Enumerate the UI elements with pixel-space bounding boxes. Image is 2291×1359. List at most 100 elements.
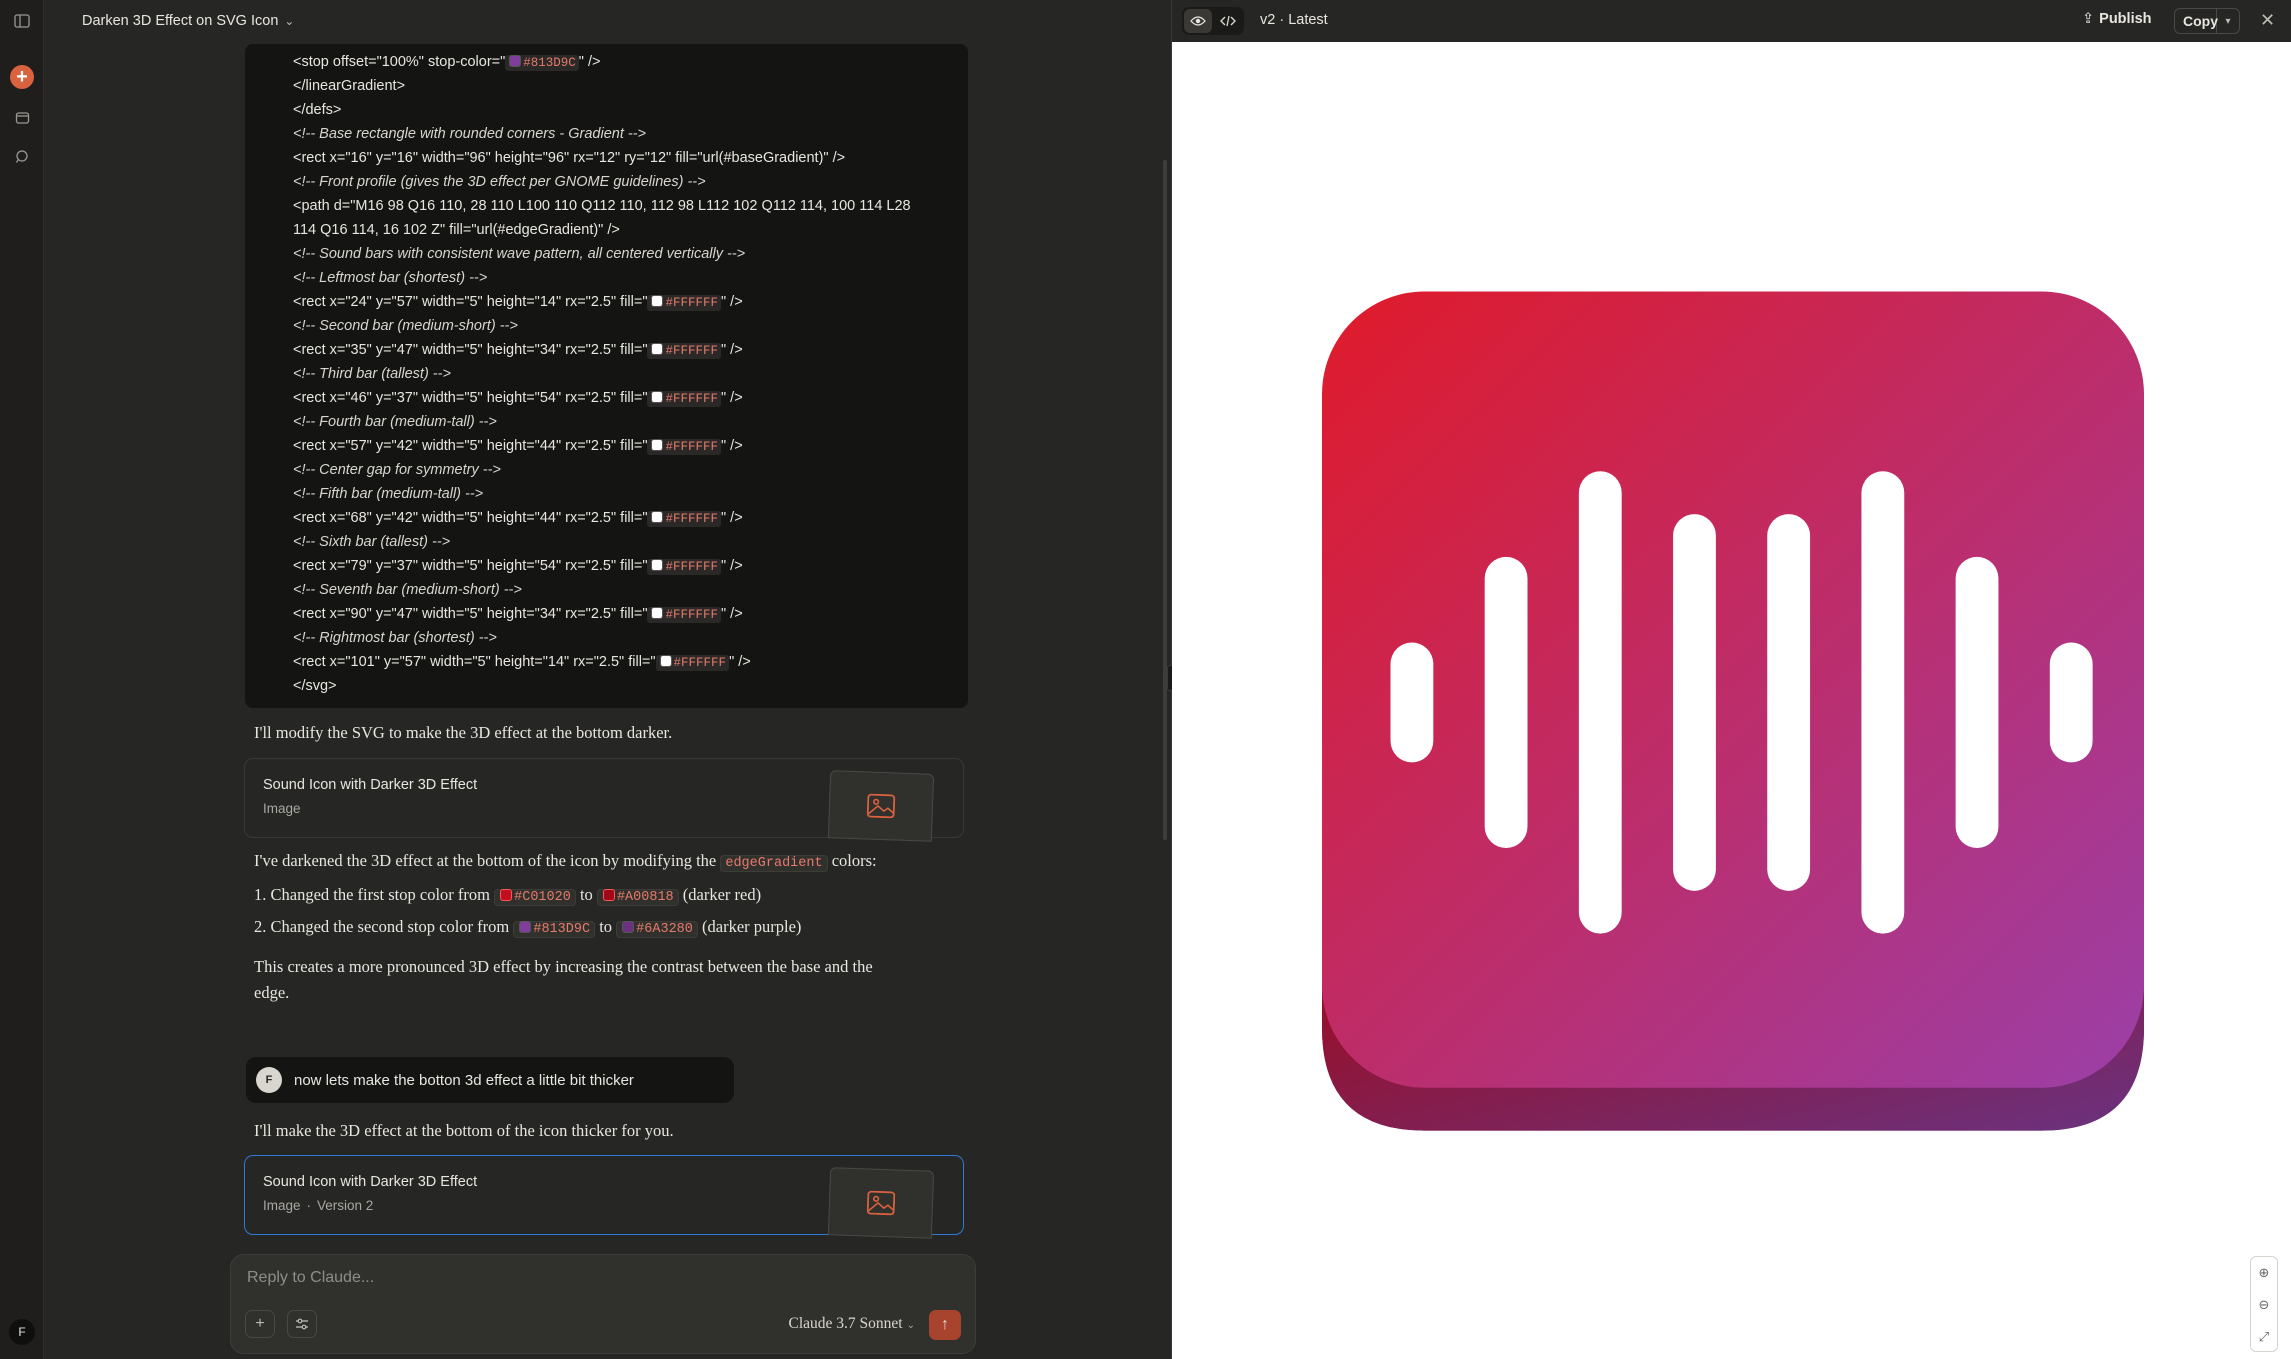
fullscreen-icon[interactable]: ⤢ bbox=[2251, 1321, 2277, 1353]
code-line: <rect x="46" y="37" width="5" height="54… bbox=[293, 390, 743, 407]
add-attachment-button[interactable]: + bbox=[245, 1310, 275, 1338]
user-avatar[interactable]: F bbox=[9, 1319, 35, 1345]
composer[interactable]: Reply to Claude... + Claude 3.7 Sonnet ⌄ … bbox=[230, 1254, 976, 1354]
code-line: <rect x="79" y="37" width="5" height="54… bbox=[293, 558, 743, 575]
list-number: 1. bbox=[254, 885, 267, 904]
artifact-card-subtitle: Image bbox=[263, 801, 301, 816]
send-button[interactable]: ↑ bbox=[929, 1310, 961, 1340]
code-line: </linearGradient> bbox=[293, 78, 406, 94]
zoom-controls: ⊕ ⊖ ⤢ bbox=[2250, 1256, 2278, 1352]
artifact-card-title: Sound Icon with Darker 3D Effect bbox=[263, 1174, 478, 1190]
tools-button[interactable] bbox=[287, 1310, 317, 1338]
list-text: Changed the first stop color from bbox=[270, 885, 491, 904]
explanation-post: colors: bbox=[827, 851, 877, 870]
artifact-card-subtitle: Image · Version 2 bbox=[263, 1198, 374, 1213]
code-comment-line: <!-- Sixth bar (tallest) --> bbox=[293, 534, 451, 550]
sound-bar-1 bbox=[1390, 642, 1434, 763]
code-line: <rect x="24" y="57" width="5" height="14… bbox=[293, 294, 743, 311]
assistant-message-2: I'll make the 3D effect at the bottom of… bbox=[254, 1121, 674, 1140]
code-line: <rect x="16" y="16" width="96" height="9… bbox=[293, 150, 846, 166]
chevron-down-icon: ⌄ bbox=[906, 1320, 915, 1331]
color-to-code: #A00818 bbox=[596, 889, 679, 906]
chevron-down-icon[interactable]: ⌄ bbox=[284, 14, 294, 28]
sound-bar-2 bbox=[1484, 556, 1528, 848]
publish-button[interactable]: ⇪ Publish bbox=[2082, 11, 2152, 27]
recent-chat-icon[interactable] bbox=[9, 143, 35, 169]
code-block: <stop offset="100%" stop-color=" #813D9C "… bbox=[245, 44, 968, 708]
chat-panel: <stop offset="100%" stop-color=" #813D9C "… bbox=[44, 0, 1171, 1359]
close-icon[interactable]: ✕ bbox=[2260, 10, 2275, 31]
code-comment-line: <!-- Seventh bar (medium-short) --> bbox=[293, 582, 522, 598]
assistant-message: I'll modify the SVG to make the 3D effec… bbox=[254, 723, 673, 742]
list-number: 2. bbox=[254, 917, 267, 936]
copy-button[interactable]: Copy ▾ bbox=[2174, 8, 2240, 34]
artifact-card-v1[interactable]: Sound Icon with Darker 3D Effect Image bbox=[244, 758, 964, 842]
code-comment-line: <!-- Sound bars with consistent wave pat… bbox=[293, 246, 746, 262]
sound-bar-8 bbox=[2049, 642, 2093, 763]
color-hex-code: #813D9C bbox=[505, 55, 579, 71]
preview-eye-icon[interactable] bbox=[1184, 9, 1212, 33]
user-message-text: now lets make the botton 3d effect a lit… bbox=[294, 1071, 634, 1089]
left-rail: + F bbox=[0, 0, 44, 1359]
color-from-code: #813D9C bbox=[513, 921, 596, 938]
color-hex-code: #FFFFFF bbox=[647, 295, 721, 311]
image-thumbnail-icon bbox=[827, 1167, 935, 1239]
code-comment-line: <!-- Fourth bar (medium-tall) --> bbox=[293, 414, 497, 430]
change-list-item-2: 2. Changed the second stop color from #8… bbox=[254, 917, 802, 938]
code-line: </defs> bbox=[293, 102, 342, 118]
color-swatch bbox=[651, 439, 664, 451]
color-swatch bbox=[651, 391, 664, 403]
chat-scroll-area: <stop offset="100%" stop-color=" #813D9C "… bbox=[44, 0, 1171, 1260]
sound-icon-preview bbox=[1322, 291, 2144, 1131]
sound-bar-3 bbox=[1578, 471, 1622, 934]
image-thumbnail-icon bbox=[827, 770, 935, 842]
code-comment-line: <!-- Base rectangle with rounded corners… bbox=[293, 126, 646, 142]
change-list-item-1: 1. Changed the first stop color from #C0… bbox=[254, 885, 762, 906]
summary-line-2: edge. bbox=[254, 983, 290, 1002]
color-hex-code: #FFFFFF bbox=[647, 439, 721, 455]
chat-header: Darken 3D Effect on SVG Icon ⌄ bbox=[44, 0, 1171, 42]
code-comment-line: <!-- Leftmost bar (shortest) --> bbox=[293, 270, 488, 286]
upload-icon: ⇪ bbox=[2082, 11, 2095, 27]
sound-bar-5 bbox=[1767, 514, 1811, 891]
color-swatch bbox=[509, 55, 522, 67]
summary-line-1: This creates a more pronounced 3D effect… bbox=[254, 957, 873, 976]
user-message: F now lets make the botton 3d effect a l… bbox=[246, 1057, 734, 1103]
code-line: <path d="M16 98 Q16 110, 28 110 L100 110… bbox=[293, 198, 911, 214]
view-toggle bbox=[1182, 7, 1244, 35]
code-view-icon[interactable] bbox=[1214, 9, 1242, 33]
chats-icon[interactable] bbox=[9, 105, 35, 131]
chat-scrollbar[interactable] bbox=[1163, 160, 1167, 840]
color-swatch bbox=[659, 655, 672, 667]
artifact-card-title: Sound Icon with Darker 3D Effect bbox=[263, 777, 478, 793]
chevron-down-icon[interactable]: ▾ bbox=[2217, 16, 2239, 27]
chat-title[interactable]: Darken 3D Effect on SVG Icon bbox=[82, 13, 278, 29]
model-selector[interactable]: Claude 3.7 Sonnet ⌄ bbox=[789, 1315, 915, 1333]
color-swatch bbox=[651, 343, 664, 355]
code-comment-line: <!-- Second bar (medium-short) --> bbox=[293, 318, 518, 334]
code-comment-line: <!-- Third bar (tallest) --> bbox=[293, 366, 451, 382]
color-hex-code: #FFFFFF bbox=[647, 511, 721, 527]
code-line: </svg> bbox=[293, 678, 337, 694]
artifact-version-label[interactable]: v2 · Latest bbox=[1260, 12, 1328, 28]
artifact-panel: v2 · Latest ⇪ Publish Copy ▾ ✕ ⊕ ⊖ ⤢ bbox=[1172, 0, 2291, 1359]
code-line: 114 Q16 114, 16 102 Z" fill="url(#edgeGr… bbox=[293, 222, 620, 238]
app-window: + F <stop offset="100%" stop-color=" #813… bbox=[0, 0, 2291, 1359]
zoom-out-icon[interactable]: ⊖ bbox=[2251, 1289, 2277, 1321]
icon-base bbox=[1322, 291, 2144, 1088]
artifact-card-v2[interactable]: Sound Icon with Darker 3D Effect Image · V… bbox=[244, 1155, 964, 1239]
copy-label[interactable]: Copy bbox=[2175, 9, 2218, 33]
list-text: Changed the second stop color from bbox=[270, 917, 510, 936]
color-swatch bbox=[651, 511, 664, 523]
color-hex-code: #FFFFFF bbox=[647, 559, 721, 575]
code-comment-line: <!-- Rightmost bar (shortest) --> bbox=[293, 630, 497, 646]
reply-input[interactable]: Reply to Claude... bbox=[247, 1269, 374, 1287]
artifact-header: v2 · Latest ⇪ Publish Copy ▾ ✕ bbox=[1172, 0, 2291, 42]
sound-bar-7 bbox=[1955, 556, 1999, 848]
new-chat-button[interactable]: + bbox=[10, 65, 34, 89]
color-swatch bbox=[651, 607, 664, 619]
sidebar-toggle-icon[interactable] bbox=[9, 8, 35, 34]
color-swatch bbox=[651, 559, 664, 571]
color-hex-code: #FFFFFF bbox=[647, 343, 721, 359]
zoom-in-icon[interactable]: ⊕ bbox=[2251, 1257, 2277, 1289]
